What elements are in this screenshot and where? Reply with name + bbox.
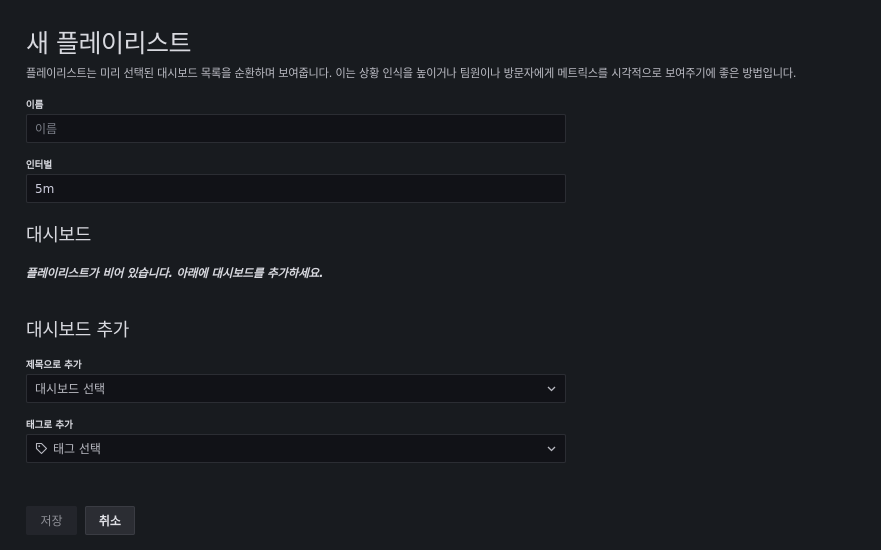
name-label: 이름	[26, 100, 44, 111]
empty-playlist-message: 플레이리스트가 비어 있습니다. 아래에 대시보드를 추가하세요.	[26, 266, 324, 280]
tag-picker[interactable]: 태그 선택	[26, 434, 566, 463]
page-description: 플레이리스트는 미리 선택된 대시보드 목록을 순환하며 보여줍니다. 이는 상…	[26, 67, 797, 80]
add-by-tag-label: 태그로 추가	[26, 420, 74, 431]
add-dashboards-section-title: 대시보드 추가	[26, 320, 129, 341]
add-by-title-label: 제목으로 추가	[26, 360, 82, 371]
new-playlist-page: 새 플레이리스트 플레이리스트는 미리 선택된 대시보드 목록을 순환하며 보여…	[0, 0, 881, 550]
name-input[interactable]	[26, 114, 566, 143]
tag-icon	[35, 442, 49, 456]
dashboards-section-title: 대시보드	[26, 225, 92, 246]
chevron-down-icon	[545, 443, 557, 455]
dashboard-picker[interactable]: 대시보드 선택	[26, 374, 566, 403]
interval-input[interactable]	[26, 174, 566, 203]
cancel-button[interactable]: 취소	[85, 506, 135, 535]
page-title: 새 플레이리스트	[26, 29, 191, 58]
dashboard-picker-placeholder: 대시보드 선택	[35, 382, 106, 396]
save-button[interactable]: 저장	[26, 506, 77, 535]
chevron-down-icon	[545, 383, 557, 395]
interval-label: 인터벌	[26, 160, 53, 171]
tag-picker-placeholder: 태그 선택	[53, 442, 101, 456]
